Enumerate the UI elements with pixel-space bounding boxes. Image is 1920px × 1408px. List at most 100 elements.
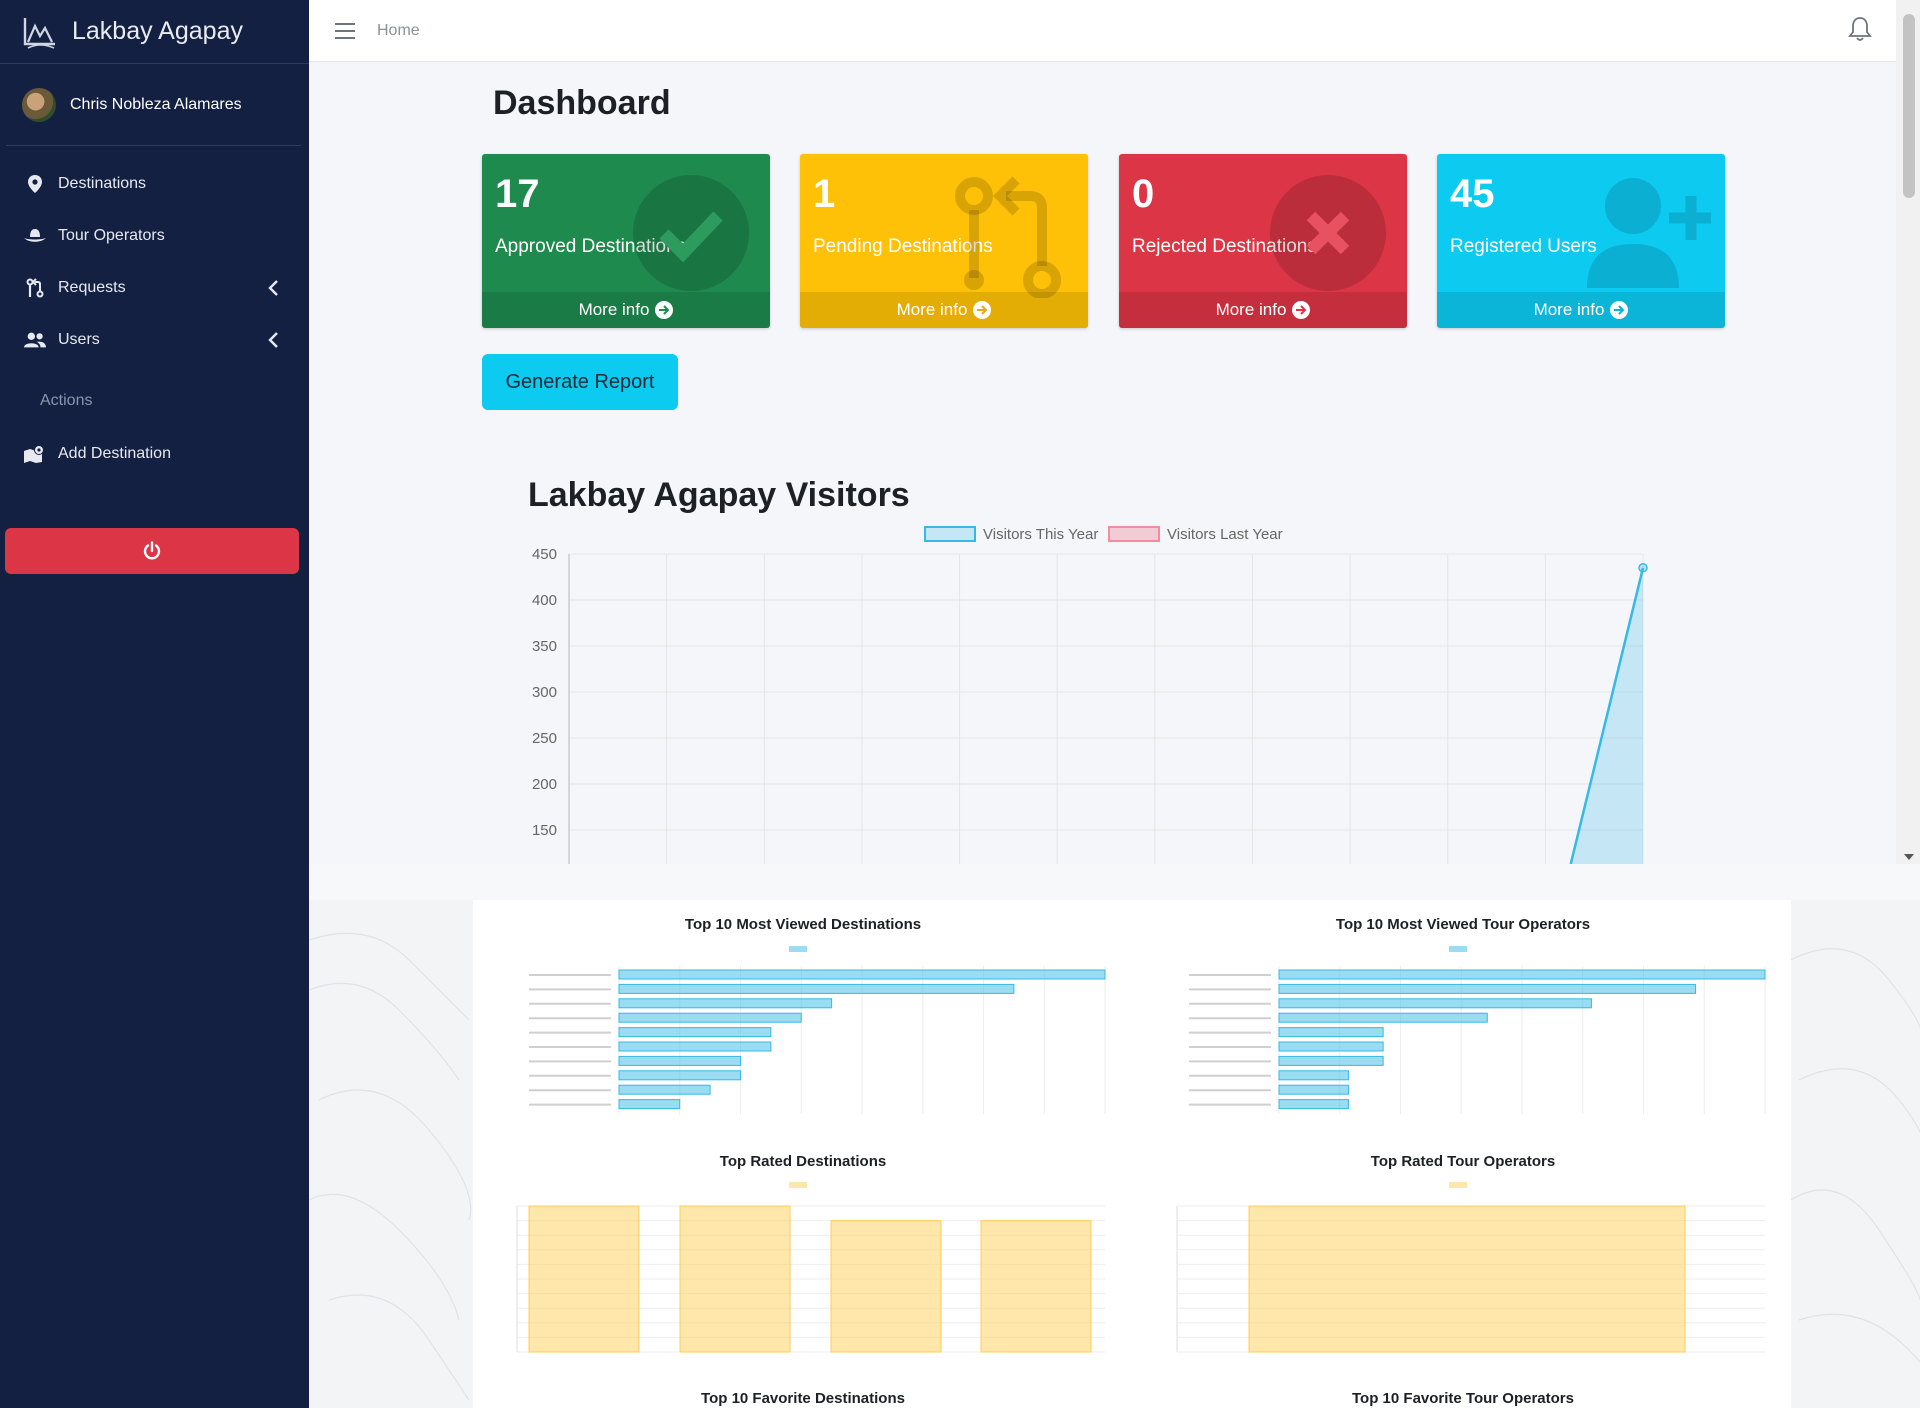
bar xyxy=(618,1041,772,1052)
scrollbar[interactable] xyxy=(1896,0,1920,864)
card-value: 0 xyxy=(1132,172,1155,216)
y-tick-label: 450 xyxy=(532,546,557,563)
sidebar: Lakbay Agapay Chris Nobleza Alamares Des… xyxy=(0,0,309,1408)
more-info-link[interactable]: More info xyxy=(1437,292,1725,328)
bar xyxy=(1278,1084,1349,1095)
bar xyxy=(679,1205,791,1353)
bar xyxy=(618,998,833,1009)
sidebar-item-label: Add Destination xyxy=(58,445,171,462)
bar xyxy=(618,1027,772,1038)
bar xyxy=(1278,1041,1384,1052)
bar xyxy=(1278,1099,1349,1110)
bar xyxy=(1278,1055,1384,1066)
page-title: Dashboard xyxy=(493,84,671,122)
logout-button[interactable] xyxy=(5,528,299,574)
bar xyxy=(1278,983,1697,994)
visitors-line-chart: Visitors This Year Visitors Last Year 450 4… xyxy=(532,526,1648,864)
user-panel[interactable]: Chris Nobleza Alamares xyxy=(6,64,301,146)
legend-swatch xyxy=(1449,946,1467,952)
scroll-down-arrow-icon[interactable] xyxy=(1904,854,1914,860)
bar xyxy=(980,1220,1092,1353)
more-info-label: More info xyxy=(1533,300,1605,319)
bar xyxy=(618,1084,711,1095)
more-info-link[interactable]: More info xyxy=(482,292,770,328)
sidebar-item-tour-operators[interactable]: Tour Operators xyxy=(0,210,309,262)
chart-title-favorite-operators: Top 10 Favorite Tour Operators xyxy=(1352,1390,1574,1407)
approved-destinations-card: 17 Approved Destinations More info xyxy=(482,154,770,328)
user-plus-icon xyxy=(1587,178,1711,288)
bar xyxy=(618,983,1015,994)
bar xyxy=(618,1070,741,1081)
y-tick-label: 300 xyxy=(532,684,557,701)
registered-users-card: 45 Registered Users More info xyxy=(1437,154,1725,328)
arrow-circle-right-icon xyxy=(973,301,992,319)
top-rated-destinations-chart xyxy=(516,1182,1105,1353)
bar xyxy=(1278,1027,1384,1038)
legend-swatch xyxy=(1449,1182,1467,1188)
sidebar-item-label: Tour Operators xyxy=(58,227,165,244)
sidebar-item-users[interactable]: Users xyxy=(0,314,309,366)
arrow-circle-right-icon xyxy=(655,301,674,319)
pull-request-icon xyxy=(24,278,46,298)
most-viewed-destinations-chart xyxy=(529,946,1106,1114)
bar xyxy=(1248,1205,1686,1353)
sidebar-header-actions: Actions xyxy=(40,392,93,409)
chart-title-top-rated-operators: Top Rated Tour Operators xyxy=(1370,1153,1556,1170)
legend-swatch xyxy=(1108,526,1160,542)
bar xyxy=(618,1012,802,1023)
map-add-icon xyxy=(24,444,46,464)
power-icon xyxy=(143,541,161,560)
legend-label: Visitors This Year xyxy=(983,526,1098,543)
hamburger-menu-icon[interactable] xyxy=(335,22,355,39)
sidebar-item-destinations[interactable]: Destinations xyxy=(0,158,309,210)
avatar xyxy=(22,87,56,122)
more-info-link[interactable]: More info xyxy=(800,292,1088,328)
legend-swatch xyxy=(789,946,807,952)
hat-icon xyxy=(24,226,46,246)
check-circle-icon xyxy=(633,175,749,291)
breadcrumb-home[interactable]: Home xyxy=(377,22,420,40)
sidebar-item-requests[interactable]: Requests xyxy=(0,262,309,314)
visitors-chart-title: Lakbay Agapay Visitors xyxy=(528,476,910,514)
bar xyxy=(1278,1012,1488,1023)
card-value: 45 xyxy=(1450,172,1495,216)
bar xyxy=(1278,1070,1349,1081)
card-value: 1 xyxy=(813,172,836,216)
y-tick-label: 150 xyxy=(532,822,557,839)
scrollbar-thumb[interactable] xyxy=(1903,14,1915,198)
sidebar-item-add-destination[interactable]: Add Destination xyxy=(0,428,309,480)
lower-charts-section: Top 10 Most Viewed Destinations Top 10 M… xyxy=(309,864,1920,1408)
sidebar-item-label: Requests xyxy=(58,279,126,296)
user-name[interactable]: Chris Nobleza Alamares xyxy=(70,96,242,114)
brand-name: Lakbay Agapay xyxy=(72,17,243,45)
map-pin-icon xyxy=(24,174,46,194)
brand-link[interactable]: Lakbay Agapay xyxy=(0,0,309,64)
chart-title-most-viewed-destinations: Top 10 Most Viewed Destinations xyxy=(684,916,922,933)
y-tick-label: 350 xyxy=(532,638,557,655)
chart-legend: Visitors This Year Visitors Last Year xyxy=(924,526,1283,543)
pending-destinations-card: 1 Pending Destinations More info xyxy=(800,154,1088,328)
chevron-left-icon xyxy=(268,280,278,296)
most-viewed-operators-chart xyxy=(1189,946,1766,1114)
legend-label: Visitors Last Year xyxy=(1167,526,1283,543)
bar xyxy=(1278,998,1592,1009)
chart-title-most-viewed-operators: Top 10 Most Viewed Tour Operators xyxy=(1335,916,1591,933)
bar xyxy=(618,1099,681,1110)
top-navbar: Home xyxy=(309,0,1896,62)
bell-icon[interactable] xyxy=(1848,16,1872,42)
data-point xyxy=(1638,563,1648,573)
more-info-link[interactable]: More info xyxy=(1119,292,1407,328)
bar xyxy=(618,1055,741,1066)
card-label: Registered Users xyxy=(1450,236,1597,257)
bar xyxy=(528,1205,640,1353)
bar xyxy=(1278,969,1766,980)
charts-panel: Top 10 Most Viewed Destinations Top 10 M… xyxy=(473,900,1791,1408)
users-icon xyxy=(24,330,46,350)
logo-icon xyxy=(23,17,55,49)
chart-title-favorite-destinations: Top 10 Favorite Destinations xyxy=(701,1390,905,1407)
more-info-label: More info xyxy=(578,300,650,319)
generate-report-button[interactable]: Generate Report xyxy=(482,354,678,410)
more-info-label: More info xyxy=(896,300,968,319)
legend-swatch xyxy=(789,1182,807,1188)
pull-request-icon xyxy=(955,176,1061,298)
